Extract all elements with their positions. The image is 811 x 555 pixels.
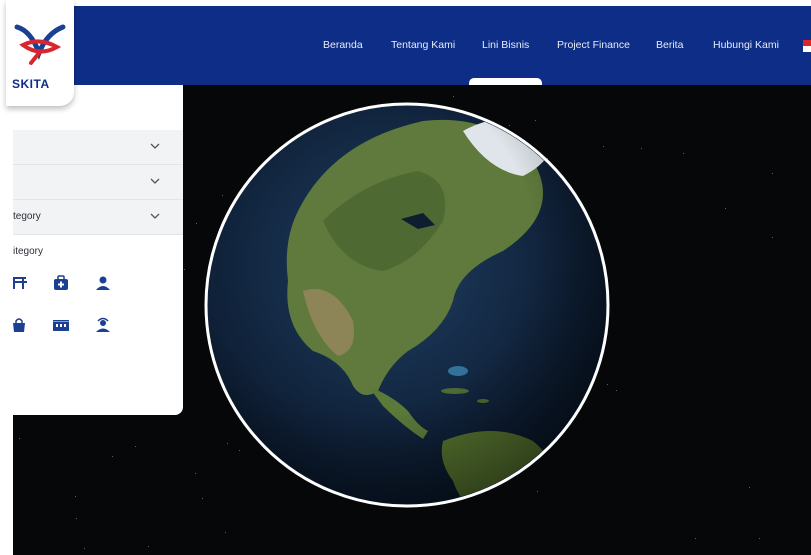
chevron-down-icon	[150, 213, 160, 219]
star-dot	[135, 446, 136, 447]
star-dot	[112, 456, 113, 457]
star-dot	[759, 538, 760, 539]
logo-text: SKITA	[12, 77, 50, 91]
earth-globe[interactable]	[203, 101, 611, 509]
star-dot	[225, 532, 226, 533]
star-dot	[616, 390, 617, 391]
chevron-down-icon	[150, 143, 160, 149]
nav-item-lini-bisnis[interactable]: Lini Bisnis	[482, 39, 529, 51]
star-dot	[84, 548, 85, 549]
logo-mark-icon	[14, 24, 66, 65]
bag-icon[interactable]	[13, 315, 29, 335]
star-dot	[695, 538, 696, 539]
filter-dropdown-2[interactable]	[13, 165, 183, 200]
nav-active-indicator	[469, 78, 542, 85]
filter-dropdown-category[interactable]: tegory	[13, 200, 183, 235]
person-icon[interactable]	[93, 273, 113, 293]
building-icon[interactable]	[51, 315, 71, 335]
star-dot	[772, 173, 773, 174]
star-dot	[196, 223, 197, 224]
medical-case-icon[interactable]	[51, 273, 71, 293]
nav-item-beranda[interactable]: Beranda	[323, 39, 363, 51]
star-dot	[75, 496, 76, 497]
star-dot	[641, 148, 642, 149]
star-dot	[772, 237, 773, 238]
filter-dropdown-1[interactable]	[13, 130, 183, 165]
star-dot	[184, 269, 185, 270]
brand-logo[interactable]: SKITA	[6, 0, 74, 106]
filter-dropdown-category-label: tegory	[13, 211, 41, 222]
star-dot	[195, 473, 196, 474]
star-dot	[76, 518, 77, 519]
filter-panel: tegory itegory	[13, 85, 183, 415]
nav-item-tentang-kami[interactable]: Tentang Kami	[391, 39, 455, 51]
chevron-down-icon	[150, 178, 160, 184]
star-dot	[453, 96, 454, 97]
bridge-icon[interactable]	[13, 273, 29, 293]
category-title: itegory	[13, 246, 44, 257]
nav-item-project-finance[interactable]: Project Finance	[557, 39, 630, 51]
nav-item-hubungi-kami[interactable]: Hubungi Kami	[713, 39, 779, 51]
language-flag-icon[interactable]	[803, 40, 811, 52]
star-dot	[725, 208, 726, 209]
nav-item-berita[interactable]: Berita	[656, 39, 683, 51]
star-dot	[148, 546, 149, 547]
worker-icon[interactable]	[93, 315, 113, 335]
star-dot	[683, 153, 684, 154]
star-dot	[19, 438, 20, 439]
star-dot	[749, 487, 750, 488]
earth-globe-graphic	[204, 102, 610, 508]
